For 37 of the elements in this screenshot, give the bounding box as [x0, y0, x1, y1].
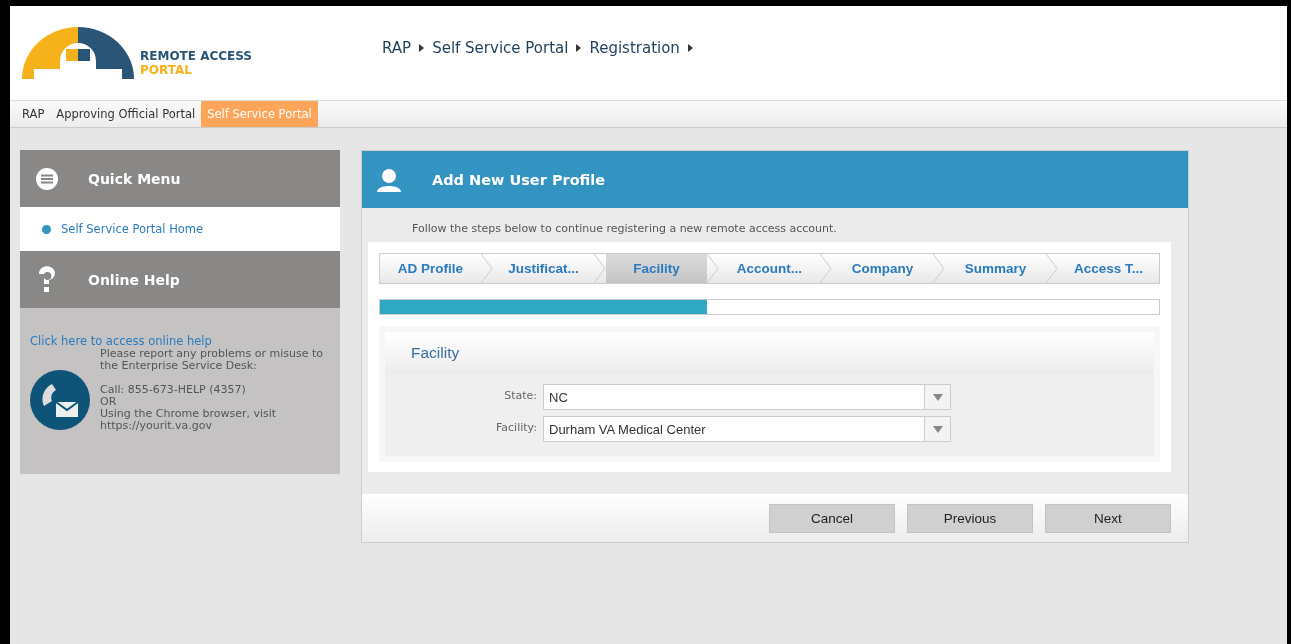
breadcrumb-link[interactable]: Self Service Portal: [432, 39, 569, 57]
wizard-step[interactable]: Account...: [719, 254, 820, 283]
breadcrumb-link[interactable]: Registration: [589, 39, 680, 57]
instructions-text: Follow the steps below to continue registering a new remote access account.: [411, 221, 838, 237]
field-label: State:: [503, 388, 537, 404]
action-button[interactable]: Next: [1045, 503, 1171, 533]
sidebar-title: Online Help: [88, 271, 180, 288]
dropdown-field[interactable]: NC: [543, 384, 951, 410]
logo-subtitle: PORTAL: [140, 63, 193, 77]
dropdown-arrow-icon: [932, 425, 943, 433]
action-button[interactable]: Previous: [907, 503, 1033, 533]
nav-tab[interactable]: Approving Official Portal: [50, 101, 202, 127]
wizard-step[interactable]: Company: [832, 254, 933, 283]
breadcrumb-link[interactable]: RAP: [382, 39, 412, 57]
section-title: Facility: [411, 344, 460, 362]
question-icon: [36, 265, 58, 294]
menu-icon: [36, 167, 58, 190]
wizard-step[interactable]: Access T...: [1058, 254, 1159, 283]
sidebar-item[interactable]: Self Service Portal Home: [20, 207, 340, 251]
action-button[interactable]: Cancel: [769, 503, 895, 533]
wizard-step[interactable]: Summary: [945, 254, 1046, 283]
nav-tab[interactable]: RAP: [16, 101, 51, 127]
caret-icon: [687, 44, 693, 52]
sidebar-title: Quick Menu: [88, 170, 181, 187]
bullet-icon: [42, 224, 51, 234]
panel-title: Add New User Profile: [432, 171, 606, 188]
logo-title: REMOTE ACCESS: [140, 49, 252, 63]
wizard-step[interactable]: Justificat...: [493, 254, 594, 283]
phone-mail-icon: [30, 370, 90, 430]
wizard-step[interactable]: AD Profile: [380, 254, 481, 283]
help-text: Please report any problems or misuse to the Enterprise Service Desk: Call: 855-673-HELP (4357) OR Using the Chrome browser, visit https://yourit.va.gov: [100, 348, 324, 432]
dropdown-arrow-icon: [932, 393, 943, 401]
caret-icon: [419, 44, 425, 52]
dropdown-field[interactable]: Durham VA Medical Center: [543, 416, 951, 442]
caret-icon: [576, 44, 582, 52]
field-label: Facility:: [495, 420, 537, 436]
user-icon: [376, 167, 402, 192]
